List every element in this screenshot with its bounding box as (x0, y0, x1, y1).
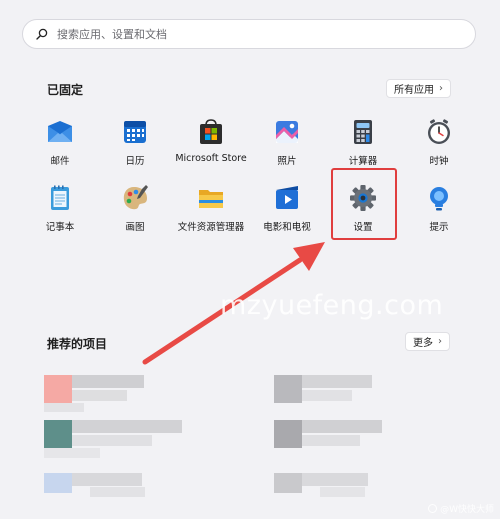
recommended-item-icon (274, 420, 302, 448)
corner-watermark: @W快快大师 (428, 502, 494, 515)
recommended-item-icon (274, 473, 302, 493)
watermark-text: mzyuefeng.com (220, 290, 444, 321)
recommended-item-icon (274, 375, 302, 403)
more-button[interactable]: 更多 › (405, 332, 450, 351)
recommended-item-icon (44, 420, 72, 448)
watermark-logo-icon (428, 504, 438, 513)
recommended-item-icon (44, 473, 72, 493)
recommended-title: 推荐的项目 (47, 337, 108, 351)
more-label: 更多 (413, 338, 433, 349)
recommended-item-icon (44, 375, 72, 403)
chevron-right-icon: › (438, 336, 442, 347)
corner-watermark-text: @W快快大师 (440, 505, 494, 515)
